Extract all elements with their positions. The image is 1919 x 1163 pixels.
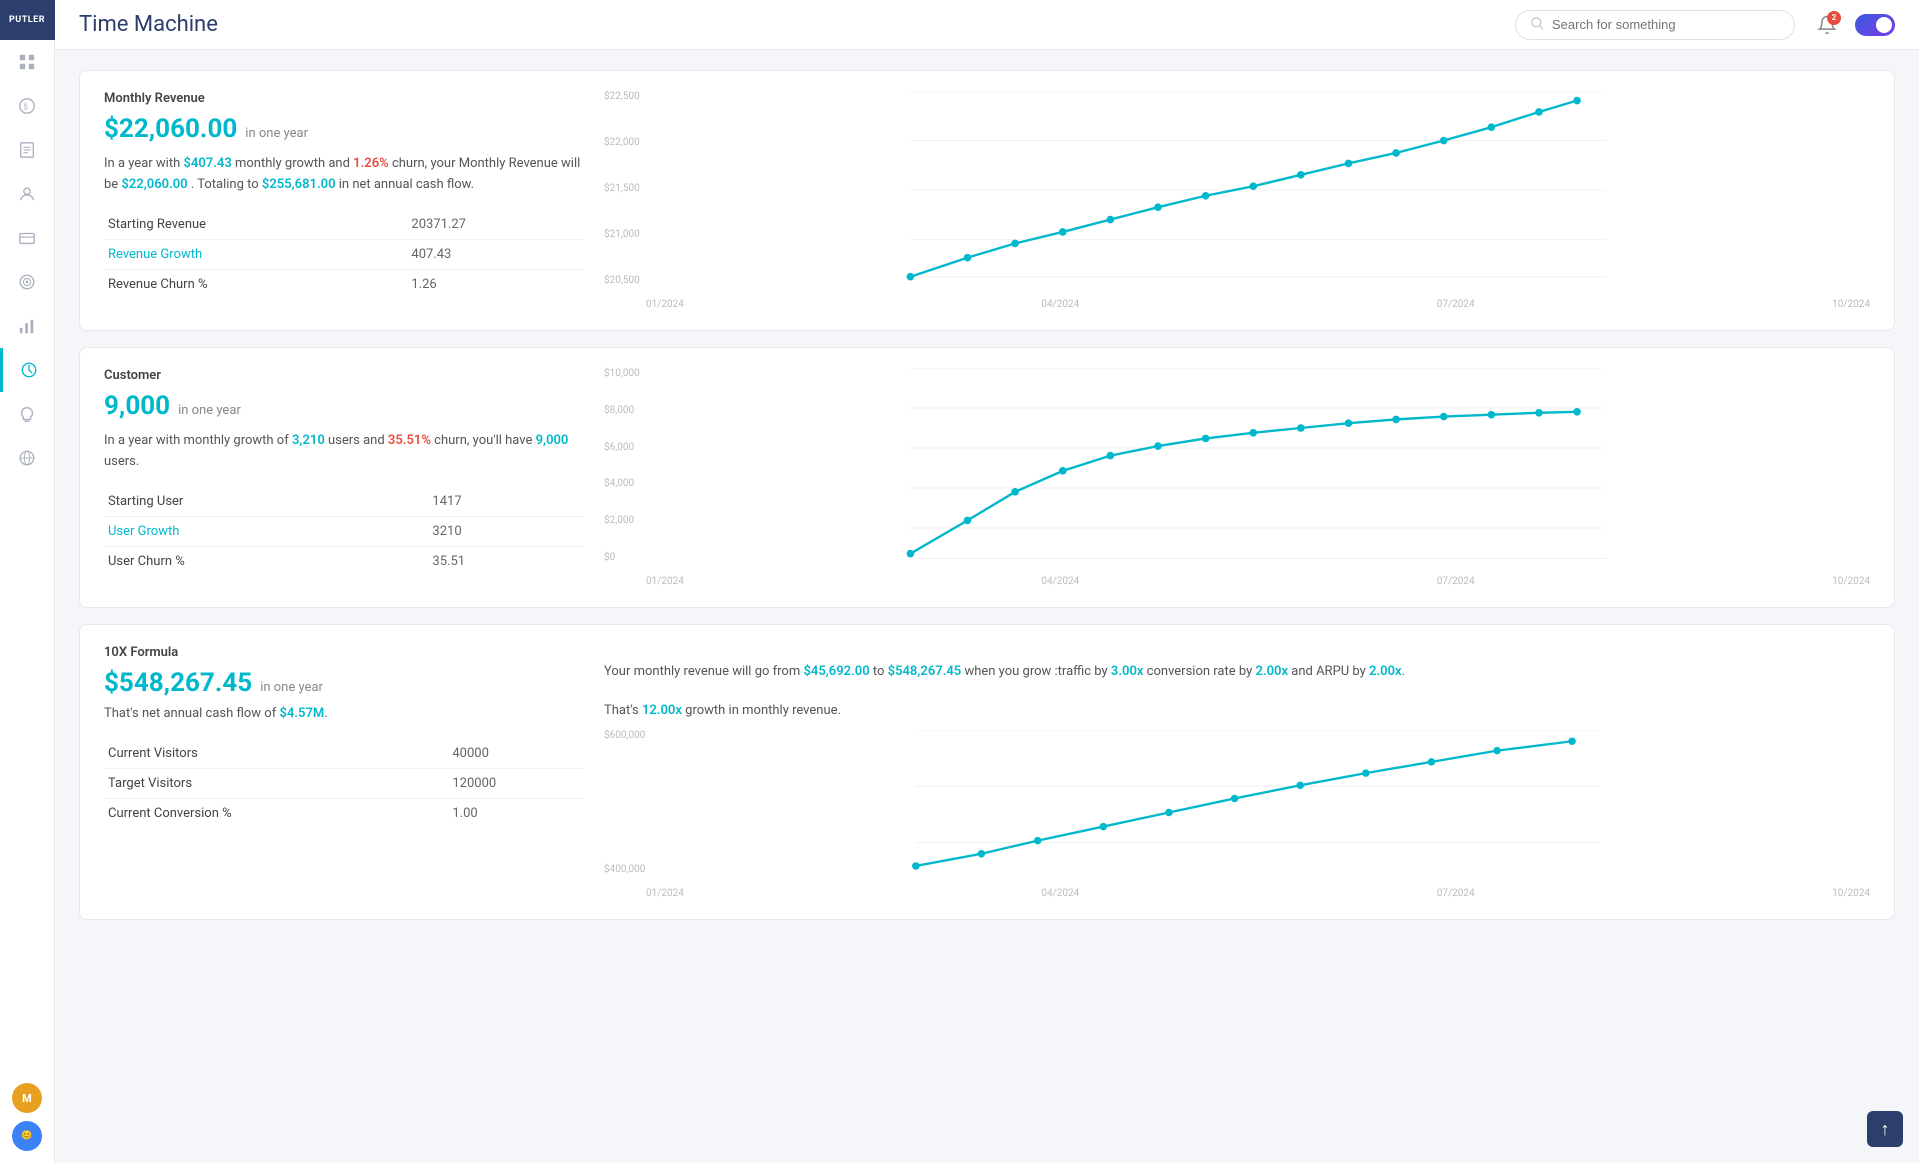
tenx-sub: in one year xyxy=(260,680,323,695)
table-cell-value: 40000 xyxy=(448,739,584,769)
tenx-value: $548,267.45 xyxy=(104,668,252,698)
revenue-line-chart xyxy=(646,91,1870,291)
sidebar-item-integrations[interactable] xyxy=(0,436,55,480)
table-cell-label: User Churn % xyxy=(104,546,428,576)
table-row: Current Visitors 40000 xyxy=(104,739,584,769)
tenx-line-chart xyxy=(646,730,1870,880)
table-cell-value: 1.26 xyxy=(407,269,584,299)
search-icon xyxy=(1530,16,1544,34)
customer-chart: $10,000 $8,000 $6,000 $4,000 $2,000 $0 xyxy=(604,368,1870,587)
table-cell-value: 20371.27 xyxy=(407,210,584,240)
sidebar-item-goals[interactable] xyxy=(0,260,55,304)
content-area: Monthly Revenue $22,060.00 in one year I… xyxy=(55,50,1919,1163)
customer-sub: in one year xyxy=(178,403,241,418)
customer-line-chart xyxy=(646,368,1870,568)
table-cell-value: 3210 xyxy=(428,516,584,546)
table-cell-value: 1417 xyxy=(428,487,584,517)
table-row: Starting User 1417 xyxy=(104,487,584,517)
monthly-revenue-chart: $22,500 $22,000 $21,500 $21,000 $20,500 xyxy=(604,91,1870,310)
table-row: Target Visitors 120000 xyxy=(104,768,584,798)
sidebar-item-revenue[interactable]: $ xyxy=(0,84,55,128)
table-row: Starting Revenue 20371.27 xyxy=(104,210,584,240)
customer-left: Customer 9,000 in one year In a year wit… xyxy=(104,368,584,587)
customer-chart-container: $10,000 $8,000 $6,000 $4,000 $2,000 $0 xyxy=(604,368,1870,587)
sidebar-bottom: M 😊 xyxy=(12,1083,42,1163)
table-row: User Churn % 35.51 xyxy=(104,546,584,576)
table-cell-label: Revenue Growth xyxy=(104,239,407,269)
monthly-revenue-sub: in one year xyxy=(245,126,308,141)
notification-button[interactable]: 2 xyxy=(1811,9,1843,41)
customer-y-labels: $10,000 $8,000 $6,000 $4,000 $2,000 $0 xyxy=(604,368,644,563)
svg-text:$: $ xyxy=(23,102,28,112)
notification-badge: 2 xyxy=(1827,11,1841,25)
tenx-x-labels: 01/2024 04/2024 07/2024 10/2024 xyxy=(604,888,1870,899)
tenx-net: That's net annual cash flow of $4.57M. xyxy=(104,704,584,725)
tenx-desc: Your monthly revenue will go from $45,69… xyxy=(604,645,1870,691)
sidebar-item-customers[interactable] xyxy=(0,172,55,216)
search-input[interactable] xyxy=(1552,17,1780,32)
monthly-revenue-desc: In a year with $407.43 monthly growth an… xyxy=(104,154,584,196)
table-cell-label: Starting Revenue xyxy=(104,210,407,240)
sidebar-item-analytics[interactable] xyxy=(0,304,55,348)
revenue-svg-wrap xyxy=(646,91,1870,295)
table-cell-value: 120000 xyxy=(448,768,584,798)
table-row: Revenue Growth 407.43 xyxy=(104,239,584,269)
tenx-table: Current Visitors 40000 Target Visitors 1… xyxy=(104,739,584,828)
table-row: User Growth 3210 xyxy=(104,516,584,546)
tenx-growth-desc: That's 12.00x growth in monthly revenue. xyxy=(604,701,1870,722)
tenx-right: Your monthly revenue will go from $45,69… xyxy=(604,645,1870,899)
table-cell-value: 407.43 xyxy=(407,239,584,269)
customer-svg-wrap xyxy=(646,368,1870,572)
app-logo: PUTLER xyxy=(0,0,55,40)
table-row: Revenue Churn % 1.26 xyxy=(104,269,584,299)
monthly-revenue-card: Monthly Revenue $22,060.00 in one year I… xyxy=(79,70,1895,331)
tenx-chart-area: $600,000 $400,000 xyxy=(604,722,1870,899)
customer-desc: In a year with monthly growth of 3,210 u… xyxy=(104,431,584,473)
customer-title: Customer xyxy=(104,368,584,383)
page-title: Time Machine xyxy=(79,12,1499,37)
table-cell-label: User Growth xyxy=(104,516,428,546)
toggle-knob xyxy=(1876,17,1892,33)
monthly-revenue-left: Monthly Revenue $22,060.00 in one year I… xyxy=(104,91,584,310)
avatar-user[interactable]: M xyxy=(12,1083,42,1113)
table-cell-label: Target Visitors xyxy=(104,768,448,798)
scroll-top-button[interactable]: ↑ xyxy=(1867,1111,1903,1147)
sidebar-item-subscriptions[interactable] xyxy=(0,216,55,260)
scroll-top-icon: ↑ xyxy=(1881,1119,1890,1140)
table-cell-label: Revenue Churn % xyxy=(104,269,407,299)
avatar-secondary[interactable]: 😊 xyxy=(12,1121,42,1151)
theme-toggle[interactable] xyxy=(1855,14,1895,36)
customer-table: Starting User 1417 User Growth 3210 User… xyxy=(104,487,584,576)
customer-value: 9,000 xyxy=(104,391,170,421)
sidebar-item-insights[interactable] xyxy=(0,392,55,436)
customer-card: Customer 9,000 in one year In a year wit… xyxy=(79,347,1895,608)
main-content: Time Machine 2 Monthly Revenue $22,060.0… xyxy=(55,0,1919,1163)
monthly-revenue-title: Monthly Revenue xyxy=(104,91,584,106)
revenue-x-labels: 01/2024 04/2024 07/2024 10/2024 xyxy=(604,299,1870,310)
table-row: Current Conversion % 1.00 xyxy=(104,798,584,828)
table-cell-label: Starting User xyxy=(104,487,428,517)
header-actions: 2 xyxy=(1811,9,1895,41)
sidebar-item-reports[interactable] xyxy=(0,128,55,172)
table-cell-value: 1.00 xyxy=(448,798,584,828)
tenx-card: 10X Formula $548,267.45 in one year That… xyxy=(79,624,1895,920)
sidebar-item-time-machine[interactable] xyxy=(0,348,55,392)
tenx-chart-container: $600,000 $400,000 xyxy=(604,730,1870,899)
table-cell-label: Current Visitors xyxy=(104,739,448,769)
table-cell-label: Current Conversion % xyxy=(104,798,448,828)
monthly-revenue-table: Starting Revenue 20371.27 Revenue Growth… xyxy=(104,210,584,299)
tenx-title: 10X Formula xyxy=(104,645,584,660)
tenx-y-labels: $600,000 $400,000 xyxy=(604,730,649,875)
table-cell-value: 35.51 xyxy=(428,546,584,576)
tenx-svg-wrap xyxy=(646,730,1870,884)
sidebar-item-dashboard[interactable] xyxy=(0,40,55,84)
search-box[interactable] xyxy=(1515,10,1795,40)
customer-x-labels: 01/2024 04/2024 07/2024 10/2024 xyxy=(604,576,1870,587)
sidebar: PUTLER $ M 😊 xyxy=(0,0,55,1163)
revenue-chart-container: $22,500 $22,000 $21,500 $21,000 $20,500 xyxy=(604,91,1870,310)
monthly-revenue-value: $22,060.00 xyxy=(104,114,237,144)
header: Time Machine 2 xyxy=(55,0,1919,50)
tenx-left: 10X Formula $548,267.45 in one year That… xyxy=(104,645,584,899)
revenue-y-labels: $22,500 $22,000 $21,500 $21,000 $20,500 xyxy=(604,91,644,286)
